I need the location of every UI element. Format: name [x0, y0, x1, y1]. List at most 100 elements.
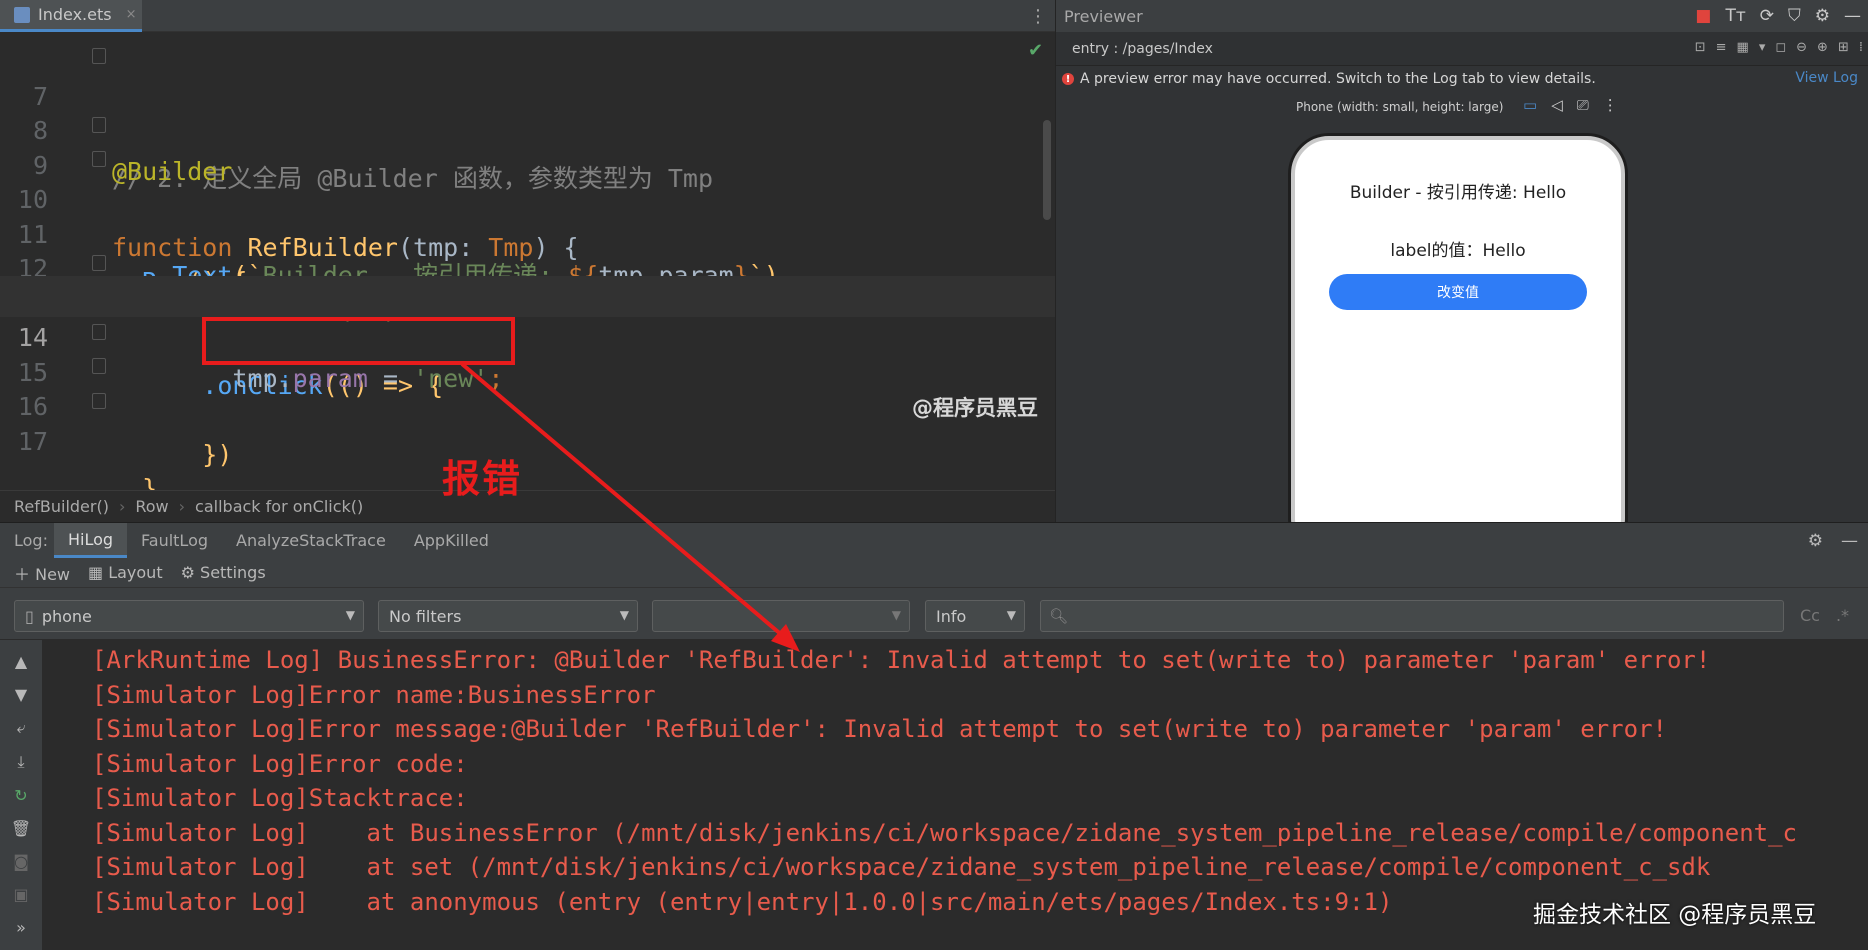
tab-faultlog[interactable]: FaultLog: [127, 523, 222, 558]
log-toolbar: ＋ New ▦ Layout ⚙ Settings: [0, 558, 1868, 588]
more-options-icon[interactable]: ⋮: [1029, 6, 1047, 27]
chevron-down-icon[interactable]: ▾: [1759, 40, 1766, 55]
inspector-icon[interactable]: ⛉: [1788, 6, 1801, 26]
log-panel: Log: HiLog FaultLog AnalyzeStackTrace Ap…: [0, 522, 1868, 950]
layout-button[interactable]: ▦ Layout: [88, 563, 163, 582]
scroll-down-icon[interactable]: ▼: [15, 685, 27, 704]
breadcrumb-item[interactable]: Row: [135, 497, 168, 516]
zoom-out-icon[interactable]: ⊖: [1796, 40, 1807, 55]
log-panel-tools: ⚙ —: [1808, 531, 1858, 551]
device-select-value: phone: [41, 606, 92, 626]
fold-icon[interactable]: [92, 255, 106, 271]
fit-icon[interactable]: ◻: [1775, 40, 1786, 55]
search-options: Cc .*: [1800, 606, 1849, 625]
error-icon: !: [1062, 73, 1074, 85]
scroll-to-end-icon[interactable]: ⤓: [17, 752, 24, 772]
camera-icon[interactable]: ◙: [13, 852, 29, 871]
level-select[interactable]: Info ▼: [925, 600, 1025, 632]
code-editor[interactable]: Index.ets × ⋮ ✔ 7 // 2. 定义全局 @Builder 函数…: [0, 0, 1055, 522]
previewer-header: Previewer ■ Tт ⟳ ⛉ ⚙ —: [1056, 0, 1868, 32]
view-log-link[interactable]: View Log: [1795, 70, 1858, 86]
trash-icon[interactable]: 🗑︎: [11, 819, 31, 838]
expand-icon[interactable]: »: [16, 918, 26, 937]
process-select[interactable]: ▼: [652, 600, 910, 632]
minimize-icon[interactable]: —: [1844, 6, 1861, 26]
component-tree-icon[interactable]: ⊡: [1695, 40, 1706, 55]
settings-button[interactable]: ⚙ Settings: [181, 563, 266, 582]
breadcrumb-item[interactable]: callback for onClick(): [195, 497, 363, 516]
previewer-entry-bar: entry : /pages/Index ⊡ ≡ ▦ ▾ ◻ ⊖ ⊕ ⊞ ⁞: [1056, 32, 1868, 66]
entry-path[interactable]: entry : /pages/Index: [1072, 41, 1213, 57]
scroll-up-icon[interactable]: ▲: [15, 652, 27, 671]
code-line: 17 }: [0, 380, 1055, 522]
ratio-icon[interactable]: ⁞: [1859, 40, 1863, 55]
multi-device-icon[interactable]: ▭: [1523, 96, 1537, 114]
layers-icon[interactable]: ≡: [1716, 40, 1727, 55]
previewer-toolbar: ■ Tт ⟳ ⛉ ⚙ —: [1695, 6, 1861, 26]
tab-index-ets[interactable]: Index.ets ×: [0, 0, 142, 32]
rotate-icon[interactable]: ⎚: [1577, 96, 1589, 114]
filter-select-value: No filters: [389, 606, 462, 626]
log-filters: ▯ phone ▼ No filters ▼ ▼ Info ▼ 🔍︎ Cc .*: [0, 588, 1868, 640]
plus-icon: ＋: [14, 564, 36, 584]
change-value-button[interactable]: 改变值: [1329, 274, 1587, 310]
tab-analyzestacktrace[interactable]: AnalyzeStackTrace: [222, 523, 400, 558]
log-label: Log:: [14, 531, 48, 550]
filter-select[interactable]: No filters ▼: [378, 600, 638, 632]
device-label: Phone (width: small, height: large): [1296, 100, 1504, 114]
code-area[interactable]: 7 // 2. 定义全局 @Builder 函数，参数类型为 Tmp 8 @Bu…: [0, 35, 1055, 522]
level-select-value: Info: [936, 606, 967, 626]
soft-wrap-icon[interactable]: ⤶: [17, 718, 26, 738]
device-controls: ▭ ◁ ⎚ ⋮: [1523, 96, 1618, 114]
zoom-in-icon[interactable]: ⊕: [1817, 40, 1828, 55]
ets-file-icon: [14, 6, 30, 23]
close-tab-icon[interactable]: ×: [126, 7, 137, 22]
error-highlight-box: [202, 317, 515, 365]
gear-icon: ⚙: [180, 563, 201, 582]
screenshot-icon[interactable]: ⊞: [1838, 40, 1849, 55]
phone-frame: Builder - 按引用传递: Hello label的值：Hello 改变值: [1291, 136, 1625, 522]
back-icon[interactable]: ◁: [1551, 96, 1563, 114]
fold-icon[interactable]: [92, 151, 106, 167]
breadcrumb-separator-icon: ›: [118, 497, 126, 516]
breadcrumb-item[interactable]: RefBuilder(): [14, 497, 109, 516]
error-annotation-label: 报错: [442, 457, 523, 501]
chevron-down-icon: ▼: [619, 608, 629, 622]
log-tab-bar: Log: HiLog FaultLog AnalyzeStackTrace Ap…: [0, 523, 1868, 558]
match-case-toggle[interactable]: Cc: [1800, 606, 1820, 625]
gear-icon[interactable]: ⚙: [1808, 531, 1823, 551]
author-watermark: @程序员黑豆: [912, 396, 1038, 420]
new-button[interactable]: ＋ New: [14, 561, 70, 585]
settings-label: Settings: [200, 563, 266, 582]
fold-icon[interactable]: [92, 117, 106, 133]
editor-tab-bar: Index.ets × ⋮: [0, 0, 1055, 32]
regex-icon[interactable]: .*: [1836, 606, 1849, 625]
tab-appkilled[interactable]: AppKilled: [400, 523, 503, 558]
new-label: New: [35, 564, 70, 584]
device-select[interactable]: ▯ phone ▼: [14, 600, 364, 632]
tab-hilog[interactable]: HiLog: [53, 523, 128, 558]
previewer-panel: Previewer ■ Tт ⟳ ⛉ ⚙ — entry : /pages/In…: [1055, 0, 1868, 522]
breadcrumb-separator-icon: ›: [178, 497, 186, 516]
preview-error-text: A preview error may have occurred. Switc…: [1080, 71, 1596, 87]
phone-icon: ▯: [25, 606, 34, 626]
fold-icon[interactable]: [92, 393, 106, 409]
site-watermark: 掘金技术社区 @程序员黑豆: [1533, 902, 1817, 928]
minimize-icon[interactable]: —: [1841, 531, 1858, 551]
log-search-input[interactable]: 🔍︎: [1040, 600, 1784, 632]
chevron-down-icon: ▼: [1006, 608, 1016, 622]
restart-icon[interactable]: ↻: [14, 786, 27, 805]
record-icon[interactable]: ▣: [13, 885, 28, 904]
grid-icon[interactable]: ▦: [1737, 40, 1749, 55]
search-icon: 🔍︎: [1049, 607, 1069, 625]
fold-icon[interactable]: [92, 48, 106, 64]
font-size-icon[interactable]: Tт: [1725, 6, 1745, 26]
chevron-down-icon: ▼: [891, 608, 901, 622]
fold-icon[interactable]: [92, 324, 106, 340]
gear-icon[interactable]: ⚙: [1815, 6, 1830, 26]
refresh-icon[interactable]: ⟳: [1760, 6, 1774, 26]
stop-icon[interactable]: ■: [1695, 6, 1711, 26]
fold-icon[interactable]: [92, 358, 106, 374]
preview-error-banner: ! A preview error may have occurred. Swi…: [1056, 66, 1868, 92]
more-options-icon[interactable]: ⋮: [1603, 96, 1618, 114]
